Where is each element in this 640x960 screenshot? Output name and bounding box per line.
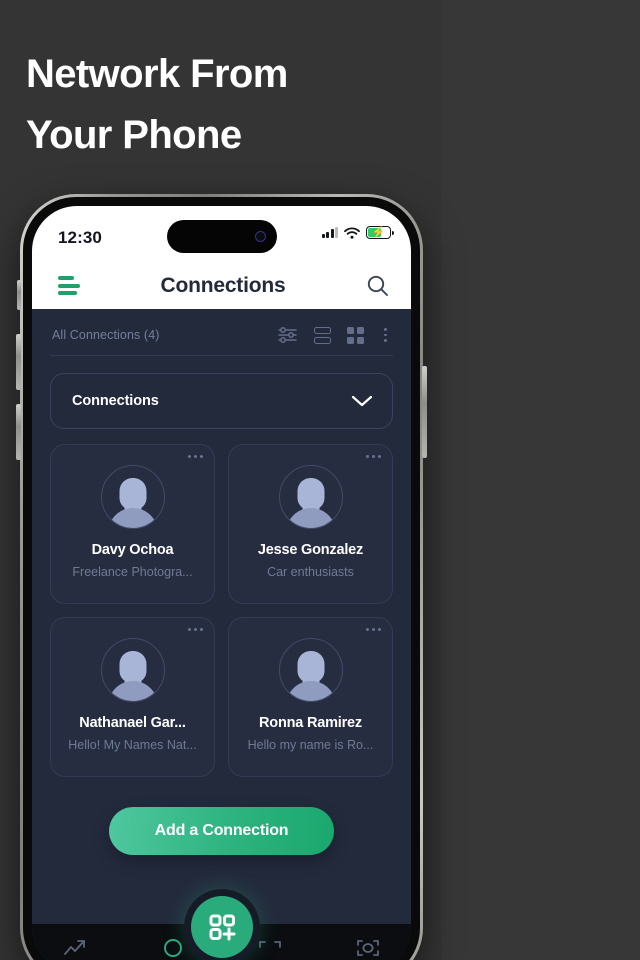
status-bar: 12:30 ⚡ [32, 206, 411, 262]
connection-name: Jesse Gonzalez [257, 542, 364, 558]
grid-view-icon[interactable] [347, 326, 365, 344]
nav-item-scan[interactable] [253, 935, 287, 960]
wifi-icon [344, 226, 360, 239]
connection-card[interactable]: Nathanael Gar... Hello! My Names Nat... [50, 617, 215, 777]
app-header: Connections [32, 262, 411, 309]
connection-card[interactable]: Davy Ochoa Freelance Photogra... [50, 444, 215, 604]
hamburger-menu-icon[interactable] [58, 276, 80, 295]
more-vertical-icon[interactable] [380, 328, 391, 342]
connection-subtitle: Car enthusiasts [267, 565, 354, 579]
connection-name: Davy Ochoa [91, 542, 174, 558]
phone-screen: 12:30 ⚡ Connections All Connections (4) … [32, 206, 411, 960]
headline-line-1: Network From [26, 52, 288, 96]
status-bar-clock: 12:30 [58, 228, 102, 247]
person-avatar-icon [100, 638, 165, 702]
volume-up-button[interactable] [16, 334, 21, 390]
person-avatar-icon [278, 638, 343, 702]
cellular-signal-icon [321, 227, 338, 238]
status-bar-icons: ⚡ [321, 226, 394, 239]
connections-filter-dropdown[interactable]: Connections [50, 373, 393, 429]
add-connection-button[interactable]: Add a Connection [109, 807, 334, 855]
person-avatar-icon [100, 465, 165, 529]
connection-subtitle: Freelance Photogra... [72, 565, 193, 579]
connection-name: Ronna Ramirez [259, 715, 362, 731]
more-horizontal-icon[interactable] [188, 455, 203, 458]
person-avatar-icon [278, 465, 343, 529]
qr-code-add-icon[interactable] [190, 896, 253, 958]
view-options [278, 326, 391, 344]
connection-card[interactable]: Jesse Gonzalez Car enthusiasts [228, 444, 393, 604]
connections-count-label: All Connections (4) [52, 328, 160, 342]
more-horizontal-icon[interactable] [188, 628, 203, 631]
connection-name: Nathanael Gar... [79, 715, 186, 731]
page-root: Network From Your Phone 12:30 ⚡ Connecti… [0, 0, 640, 960]
dropdown-selected-value: Connections [72, 393, 159, 409]
power-button[interactable] [422, 366, 427, 458]
more-horizontal-icon[interactable] [366, 628, 381, 631]
connections-toolbar: All Connections (4) [50, 309, 393, 356]
dynamic-island [166, 220, 277, 253]
battery-charging-icon: ⚡ [366, 226, 394, 239]
connections-grid: Davy Ochoa Freelance Photogra... Jesse G… [50, 444, 393, 777]
list-view-icon[interactable] [314, 326, 332, 344]
nav-item-scan-face[interactable] [351, 935, 385, 960]
phone-bezel: 12:30 ⚡ Connections All Connections (4) … [23, 197, 420, 960]
more-horizontal-icon[interactable] [366, 455, 381, 458]
headline: Network From Your Phone [26, 44, 426, 166]
headline-line-2: Your Phone [26, 112, 242, 157]
filter-sliders-icon[interactable] [278, 326, 298, 344]
volume-down-button[interactable] [16, 404, 21, 460]
connection-subtitle: Hello my name is Ro... [247, 738, 374, 752]
background-panel-right [441, 0, 640, 960]
front-camera-icon [254, 231, 266, 242]
connection-subtitle: Hello! My Names Nat... [68, 738, 197, 752]
phone-mockup: 12:30 ⚡ Connections All Connections (4) … [16, 194, 427, 960]
connection-card[interactable]: Ronna Ramirez Hello my name is Ro... [228, 617, 393, 777]
nav-item-home[interactable] [156, 935, 190, 960]
mute-switch-button[interactable] [17, 280, 21, 310]
page-title: Connections [160, 273, 286, 297]
nav-item-trending[interactable] [58, 935, 92, 960]
chevron-down-icon [351, 395, 373, 407]
app-content: All Connections (4) Connections Davy Och… [32, 309, 411, 960]
search-icon[interactable] [366, 274, 389, 297]
